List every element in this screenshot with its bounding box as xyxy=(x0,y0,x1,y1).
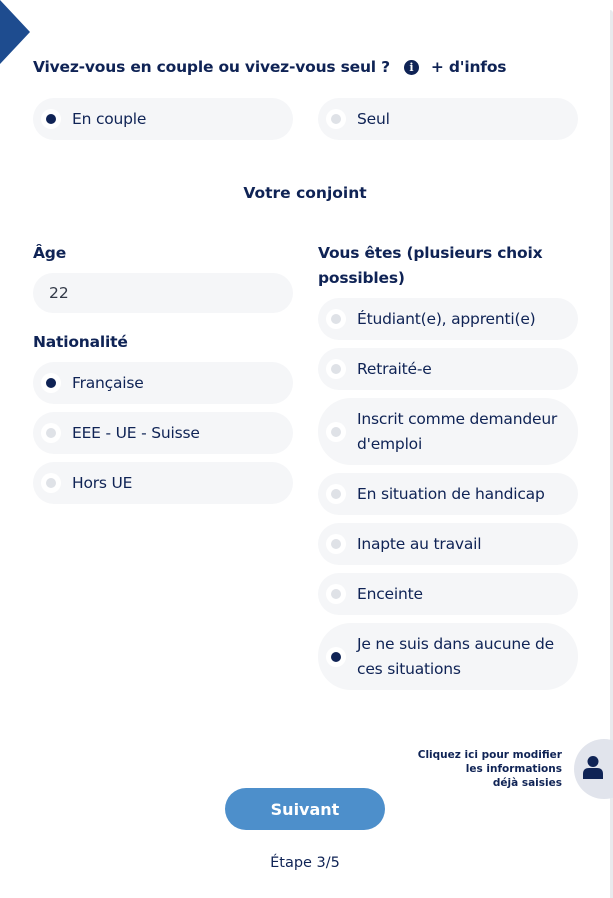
option-label: EEE - UE - Suisse xyxy=(72,423,200,442)
radio-unchecked-icon xyxy=(41,473,61,493)
checkbox-unchecked-icon xyxy=(326,309,346,329)
checkbox-unchecked-icon xyxy=(326,584,346,604)
nationality-option-eee[interactable]: EEE - UE - Suisse xyxy=(33,412,293,454)
user-icon xyxy=(583,756,603,779)
nationality-option-hors-ue[interactable]: Hors UE xyxy=(33,462,293,504)
edit-info-hint-line: déjà saisies xyxy=(492,777,562,789)
checkbox-unchecked-icon xyxy=(326,359,346,379)
status-option-handicap[interactable]: En situation de handicap xyxy=(318,473,578,515)
form-page: Vivez-vous en couple ou vivez-vous seul … xyxy=(0,0,613,898)
info-circle-icon[interactable]: i xyxy=(403,59,419,75)
nationality-label: Nationalité xyxy=(33,333,128,351)
option-label: Je ne suis dans aucune de ces situations xyxy=(357,634,555,678)
checkbox-unchecked-icon xyxy=(326,484,346,504)
status-option-retraite[interactable]: Retraité-e xyxy=(318,348,578,390)
option-label: Inapte au travail xyxy=(357,534,482,553)
corner-arrow-decoration xyxy=(0,0,30,64)
radio-checked-icon xyxy=(41,373,61,393)
status-option-enceinte[interactable]: Enceinte xyxy=(318,573,578,615)
option-label: Inscrit comme demandeur d'emploi xyxy=(357,409,558,453)
status-option-etudiant[interactable]: Étudiant(e), apprenti(e) xyxy=(318,298,578,340)
radio-unchecked-icon xyxy=(41,423,61,443)
option-label: Seul xyxy=(357,109,390,128)
checkbox-unchecked-icon xyxy=(326,421,346,442)
next-button[interactable]: Suivant xyxy=(225,788,385,830)
more-info-link[interactable]: + d'infos xyxy=(431,58,507,76)
step-indicator: Étape 3/5 xyxy=(270,855,340,871)
option-en-couple[interactable]: En couple xyxy=(33,98,293,140)
edit-info-hint-line: les informations xyxy=(465,763,562,775)
couple-question-label: Vivez-vous en couple ou vivez-vous seul … xyxy=(33,58,390,76)
option-label: Étudiant(e), apprenti(e) xyxy=(357,309,536,328)
edit-info-hint[interactable]: Cliquez ici pour modifier les informatio… xyxy=(418,748,562,790)
age-label: Âge xyxy=(33,244,67,262)
option-label: En couple xyxy=(72,109,147,128)
option-label: Retraité-e xyxy=(357,359,432,378)
option-label: Hors UE xyxy=(72,473,133,492)
checkbox-checked-icon xyxy=(326,646,346,667)
edit-info-button[interactable] xyxy=(574,739,613,799)
partner-section-title: Votre conjoint xyxy=(243,184,367,202)
option-label: Enceinte xyxy=(357,584,423,603)
option-seul[interactable]: Seul xyxy=(318,98,578,140)
status-option-inapte[interactable]: Inapte au travail xyxy=(318,523,578,565)
edit-info-hint-line: Cliquez ici pour modifier xyxy=(417,749,562,761)
couple-question: Vivez-vous en couple ou vivez-vous seul … xyxy=(33,58,506,76)
status-option-aucune[interactable]: Je ne suis dans aucune de ces situations xyxy=(318,623,578,690)
option-label: Française xyxy=(72,373,144,392)
status-label: Vous êtes (plusieurs choix possibles) xyxy=(318,244,543,287)
radio-unchecked-icon xyxy=(326,109,346,129)
radio-checked-icon xyxy=(41,109,61,129)
nationality-option-francaise[interactable]: Française xyxy=(33,362,293,404)
status-option-demandeur-emploi[interactable]: Inscrit comme demandeur d'emploi xyxy=(318,398,578,465)
age-input[interactable] xyxy=(33,273,293,313)
option-label: En situation de handicap xyxy=(357,484,545,503)
checkbox-unchecked-icon xyxy=(326,534,346,554)
